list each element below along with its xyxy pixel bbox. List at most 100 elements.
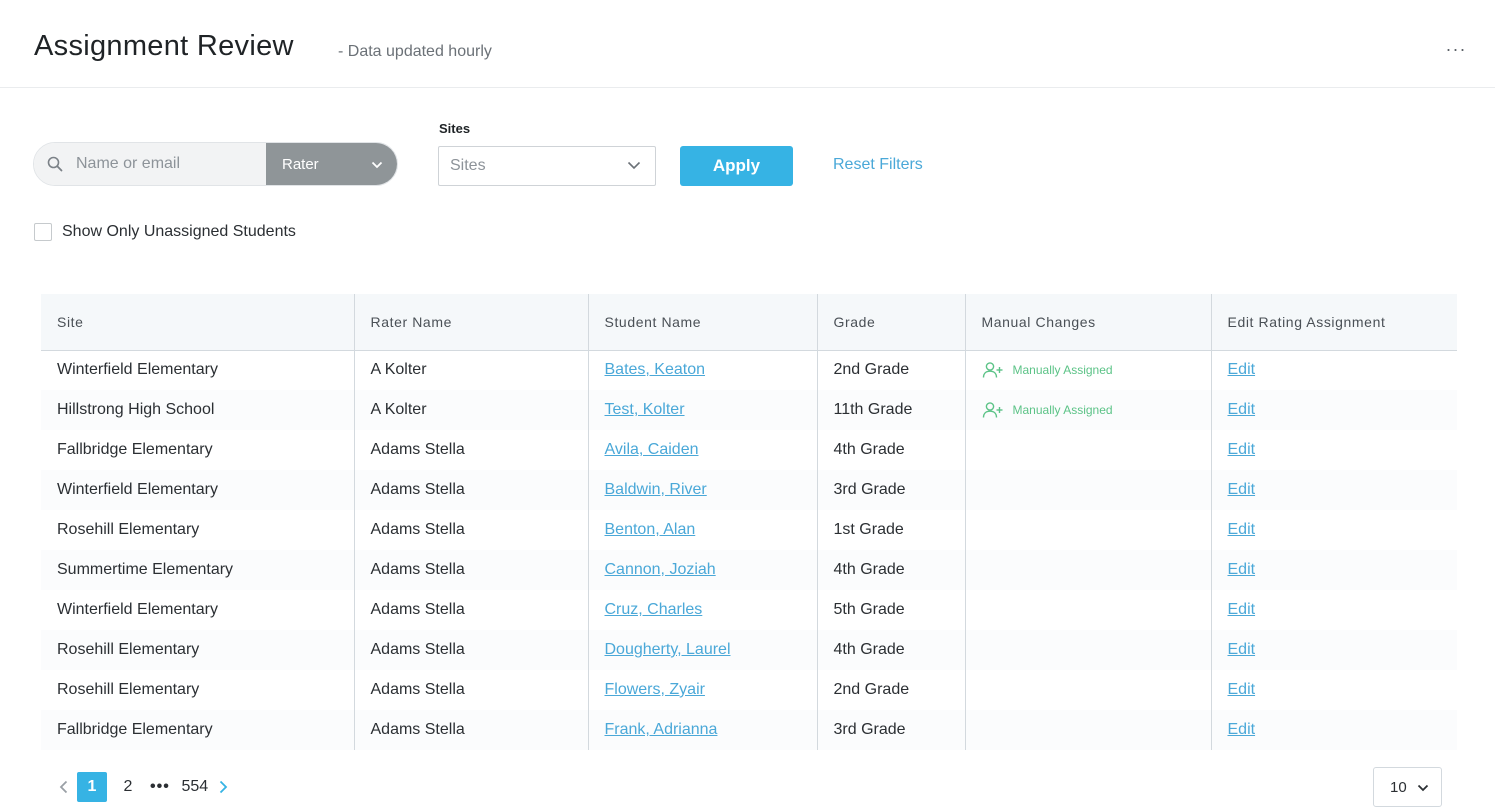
cell-grade: 4th Grade [816, 630, 965, 670]
cell-student: Cannon, Joziah [587, 550, 817, 590]
sites-label: Sites [439, 121, 471, 136]
cell-manual: Manually Assigned [964, 350, 1211, 390]
cell-manual: Manually Assigned [964, 390, 1211, 430]
rows-per-page-value: 10 [1390, 778, 1407, 796]
cell-grade: 3rd Grade [816, 470, 965, 510]
cell-grade: 1st Grade [816, 510, 965, 550]
table-header-row: Site Rater Name Student Name Grade Manua… [41, 294, 1457, 351]
sites-placeholder: Sites [450, 157, 486, 174]
cell-manual [964, 470, 1211, 510]
edit-link[interactable]: Edit [1228, 481, 1256, 498]
cell-rater: Adams Stella [353, 670, 588, 710]
student-link[interactable]: Baldwin, River [605, 481, 707, 498]
column-header-student-name[interactable]: Student Name [587, 294, 817, 351]
rows-per-page-select[interactable]: 10 [1373, 767, 1442, 807]
table-row: Fallbridge Elementary Adams Stella Frank… [41, 710, 1457, 750]
student-link[interactable]: Flowers, Zyair [605, 681, 705, 698]
student-link[interactable]: Frank, Adrianna [605, 721, 718, 738]
page-button-current[interactable]: 1 [77, 772, 107, 802]
cell-manual [964, 590, 1211, 630]
cell-student: Flowers, Zyair [587, 670, 817, 710]
cell-rater: Adams Stella [353, 710, 588, 750]
add-user-icon [982, 361, 1004, 379]
table-row: Winterfield Elementary A Kolter Bates, K… [41, 350, 1457, 390]
edit-link[interactable]: Edit [1228, 681, 1256, 698]
student-link[interactable]: Test, Kolter [605, 401, 685, 418]
student-link[interactable]: Cruz, Charles [605, 601, 703, 618]
sites-select[interactable]: Sites [438, 146, 656, 186]
edit-link[interactable]: Edit [1228, 641, 1256, 658]
cell-manual [964, 710, 1211, 750]
cell-rater: Adams Stella [353, 510, 588, 550]
reset-filters-link[interactable]: Reset Filters [833, 156, 923, 174]
table-row: Summertime Elementary Adams Stella Canno… [41, 550, 1457, 590]
search-group: Rater [33, 142, 398, 186]
cell-manual [964, 670, 1211, 710]
cell-student: Bates, Keaton [587, 350, 817, 390]
page-title: Assignment Review [34, 30, 294, 62]
cell-student: Baldwin, River [587, 470, 817, 510]
cell-rater: A Kolter [353, 350, 588, 390]
cell-edit: Edit [1210, 590, 1457, 630]
cell-student: Dougherty, Laurel [587, 630, 817, 670]
cell-rater: Adams Stella [353, 590, 588, 630]
search-type-select[interactable]: Rater [266, 143, 397, 185]
cell-manual [964, 630, 1211, 670]
cell-rater: Adams Stella [353, 630, 588, 670]
unassigned-checkbox[interactable] [34, 223, 52, 241]
search-type-value: Rater [282, 155, 319, 173]
edit-link[interactable]: Edit [1228, 521, 1256, 538]
add-user-icon [982, 401, 1004, 419]
student-link[interactable]: Benton, Alan [605, 521, 696, 538]
edit-link[interactable]: Edit [1228, 361, 1256, 378]
edit-link[interactable]: Edit [1228, 561, 1256, 578]
column-header-manual-changes[interactable]: Manual Changes [964, 294, 1211, 351]
more-options-icon: ··· [1445, 38, 1467, 59]
edit-link[interactable]: Edit [1228, 721, 1256, 738]
page-subtitle: - Data updated hourly [338, 43, 492, 60]
cell-site: Hillstrong High School [41, 390, 354, 430]
search-box[interactable] [34, 143, 266, 185]
cell-edit: Edit [1210, 670, 1457, 710]
cell-site: Fallbridge Elementary [57, 441, 213, 458]
student-link[interactable]: Dougherty, Laurel [605, 641, 731, 658]
chevron-right-icon [220, 780, 228, 794]
edit-link[interactable]: Edit [1228, 601, 1256, 618]
cell-site: Winterfield Elementary [57, 601, 218, 618]
column-header-site[interactable]: Site [41, 294, 354, 351]
manual-change-badge: Manually Assigned [982, 401, 1211, 419]
cell-site: Rosehill Elementary [57, 521, 200, 538]
page-header: Assignment Review - Data updated hourly … [0, 0, 1495, 88]
column-header-grade[interactable]: Grade [816, 294, 965, 351]
student-link[interactable]: Cannon, Joziah [605, 561, 716, 578]
manual-change-badge: Manually Assigned [982, 361, 1211, 379]
pagination: 1 2 ••• 554 [52, 772, 235, 802]
next-page-button[interactable] [213, 772, 235, 802]
table-row: Rosehill Elementary Adams Stella Benton,… [41, 510, 1457, 550]
cell-edit: Edit [1210, 470, 1457, 510]
column-header-edit-rating-assignment[interactable]: Edit Rating Assignment [1210, 294, 1457, 351]
cell-grade: 5th Grade [816, 590, 965, 630]
more-options-button[interactable]: ··· [1440, 38, 1472, 60]
cell-edit: Edit [1210, 350, 1457, 390]
search-icon [46, 155, 64, 173]
page-button-2[interactable]: 2 [113, 772, 143, 802]
column-header-rater-name[interactable]: Rater Name [353, 294, 588, 351]
cell-site: Summertime Elementary [41, 550, 354, 590]
apply-button[interactable]: Apply [680, 146, 793, 186]
cell-manual [964, 510, 1211, 550]
search-input[interactable] [74, 154, 258, 174]
prev-page-button[interactable] [52, 772, 74, 802]
student-link[interactable]: Avila, Caiden [605, 441, 699, 458]
page-button-last[interactable]: 554 [180, 772, 210, 802]
unassigned-filter[interactable]: Show Only Unassigned Students [34, 223, 296, 241]
edit-link[interactable]: Edit [1228, 401, 1256, 418]
cell-site: Winterfield Elementary [57, 361, 218, 379]
edit-link[interactable]: Edit [1228, 441, 1256, 458]
cell-site: Rosehill Elementary [41, 630, 354, 670]
chevron-left-icon [59, 780, 67, 794]
table-row: Rosehill Elementary Adams Stella Flowers… [41, 670, 1457, 710]
chevron-down-icon [1417, 779, 1429, 796]
cell-manual [964, 430, 1211, 470]
student-link[interactable]: Bates, Keaton [605, 361, 706, 378]
